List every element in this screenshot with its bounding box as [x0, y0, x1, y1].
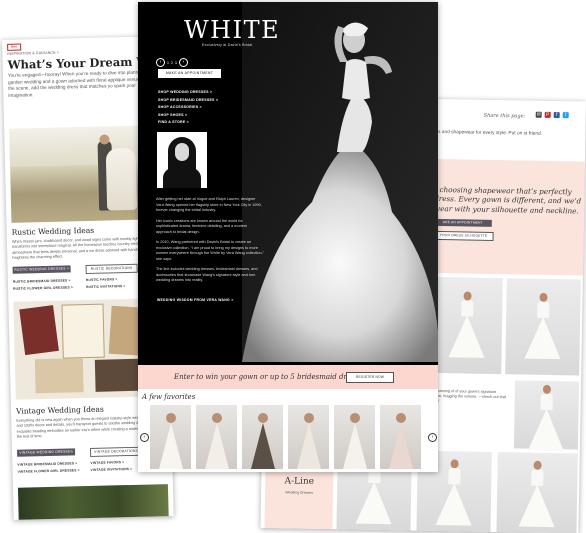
- facebook-icon[interactable]: f: [553, 111, 560, 119]
- favorites-carousel: A few favorites ‹ ›: [138, 389, 438, 472]
- designer-bio: After getting her start at Vogue and Ral…: [156, 197, 264, 289]
- contest-text: Enter to win your gown or up to 5 brides…: [174, 373, 369, 381]
- shop-nav: SHOP WEDDING DRESSES > SHOP BRIDESMAID D…: [158, 89, 218, 127]
- chevron-left-icon[interactable]: ‹: [140, 433, 149, 442]
- white-by-vera-wang-page: WHITE Exclusively at David’s Bridal ‹ 1 …: [138, 2, 438, 472]
- rustic-flower-girl-link[interactable]: RUSTIC FLOWER GIRL DRESSES >: [13, 285, 73, 290]
- aline-subtitle: Wedding Dresses: [285, 490, 313, 495]
- bio-paragraph: In 2010, Wang partnered with David’s Bri…: [156, 240, 264, 261]
- shop-wedding-dresses-link[interactable]: SHOP WEDDING DRESSES >: [158, 89, 218, 97]
- favorite-dress-thumbnail[interactable]: [380, 405, 421, 469]
- vintage-favors-link[interactable]: VINTAGE FAVORS >: [90, 460, 124, 465]
- shapewear-quote: t choosing shapewear that’s perfectly dr…: [433, 184, 582, 216]
- email-icon[interactable]: ✉: [535, 111, 542, 118]
- dress-tile[interactable]: [505, 278, 581, 376]
- chevron-right-icon[interactable]: ›: [178, 58, 188, 67]
- rustic-favors-link[interactable]: RUSTIC FAVORS >: [86, 277, 118, 282]
- page-number[interactable]: 2: [171, 61, 173, 65]
- vintage-invitations-link[interactable]: VINTAGE INVITATIONS >: [90, 467, 132, 472]
- wedding-wisdom-link[interactable]: WEDDING WISDOM FROM VERA WANG >: [157, 298, 234, 302]
- page-number[interactable]: 1: [167, 61, 169, 65]
- vintage-decorations-button[interactable]: VINTAGE DECORATIONS: [89, 446, 143, 457]
- aline-title: A-Line: [284, 476, 315, 487]
- contest-banner: Enter to win your gown or up to 5 brides…: [138, 365, 438, 389]
- share-icons: ✉ P f t: [535, 111, 569, 119]
- favorite-dress-thumbnail[interactable]: [196, 405, 237, 469]
- dress-tile[interactable]: [513, 380, 580, 452]
- share-label: Share this page:: [483, 112, 526, 120]
- bio-paragraph: Her iconic creations are known around th…: [156, 218, 248, 234]
- favorite-dress-thumbnail[interactable]: [334, 405, 375, 469]
- favorite-dress-thumbnail[interactable]: [242, 405, 283, 469]
- vintage-bridesmaid-link[interactable]: VINTAGE BRIDESMAID DRESSES >: [17, 461, 77, 466]
- bio-paragraph: After getting her start at Vogue and Ral…: [156, 197, 262, 212]
- dress-tile[interactable]: [496, 452, 578, 533]
- favorite-dress-thumbnail[interactable]: [288, 405, 329, 469]
- breadcrumb[interactable]: INSPIRATION & GUIDANCE >: [7, 51, 59, 56]
- register-now-button[interactable]: REGISTER NOW: [346, 372, 394, 383]
- rustic-dresses-button[interactable]: RUSTIC WEDDING DRESSES >: [12, 265, 71, 274]
- garden-photo: [17, 484, 169, 520]
- brand-tagline: Exclusively at David’s Bridal: [202, 43, 253, 47]
- dress-tile[interactable]: [431, 276, 503, 375]
- vintage-heading: Vintage Wedding Ideas: [15, 404, 104, 416]
- silhouette-description: e dreaming of of your gown’s signature s…: [431, 388, 506, 404]
- chevron-left-icon[interactable]: ‹: [156, 58, 165, 67]
- make-appointment-button[interactable]: MAKE AN APPOINTMENT: [158, 69, 221, 78]
- page-number[interactable]: 3: [175, 61, 177, 65]
- intro-text: ps and shapewear for every style. Put on…: [435, 129, 543, 137]
- dress-silhouette-button[interactable]: YOUR DRESS SILHOUETTE: [433, 230, 494, 241]
- pinterest-icon[interactable]: P: [544, 111, 551, 118]
- vintage-dresses-button[interactable]: VINTAGE WEDDING DRESSES: [17, 448, 76, 457]
- shop-bridesmaid-dresses-link[interactable]: SHOP BRIDESMAID DRESSES >: [158, 97, 218, 105]
- brand-logo[interactable]: Bee: [7, 43, 22, 51]
- bio-paragraph: The line includes wedding dresses, bride…: [156, 267, 258, 282]
- favorite-dress-thumbnail[interactable]: [150, 405, 191, 469]
- bride-hero-photo: [242, 2, 438, 362]
- make-appointment-button[interactable]: AKE AN APPOINTMENT: [433, 218, 492, 227]
- rustic-bridesmaid-link[interactable]: RUSTIC BRIDESMAID DRESSES >: [13, 278, 71, 283]
- rustic-heading: Rustic Wedding Ideas: [11, 225, 95, 237]
- shop-shoes-link[interactable]: SHOP SHOES >: [158, 112, 218, 120]
- designer-portrait: [157, 132, 207, 188]
- slide-pager: ‹ 1 2 3 ›: [156, 58, 188, 67]
- find-a-store-link[interactable]: FIND A STORE >: [158, 119, 218, 127]
- shop-accessories-link[interactable]: SHOP ACCESSORIES >: [158, 104, 218, 112]
- chevron-right-icon[interactable]: ›: [428, 433, 437, 442]
- rustic-invitations-link[interactable]: RUSTIC INVITATIONS >: [86, 284, 126, 289]
- rustic-decorations-button[interactable]: RUSTIC DECORATIONS: [85, 263, 138, 275]
- favorites-label: A few favorites: [142, 393, 196, 401]
- white-brand-logo: WHITE: [184, 16, 281, 44]
- vintage-flower-girl-link[interactable]: VINTAGE FLOWER GIRL DRESSES >: [18, 468, 80, 474]
- twitter-icon[interactable]: t: [562, 112, 569, 119]
